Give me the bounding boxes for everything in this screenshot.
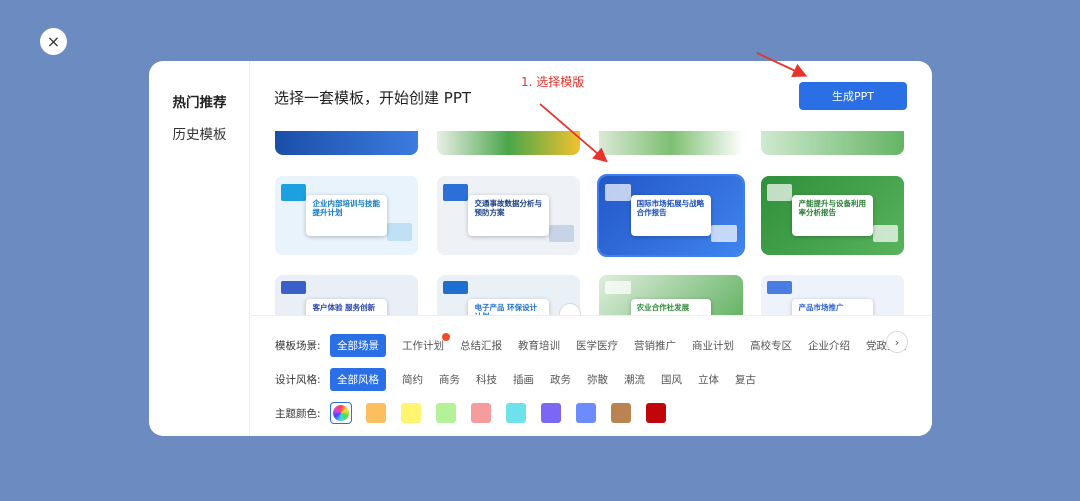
template-thumb[interactable]: 产品市场推广 bbox=[761, 275, 904, 315]
scene-chip[interactable]: 商业计划 bbox=[692, 338, 734, 353]
scene-chip[interactable]: 全部场景 bbox=[330, 333, 386, 357]
template-card: 国际市场拓展与战略合作报告 bbox=[630, 194, 712, 237]
page-title: 选择一套模板，开始创建 PPT bbox=[274, 89, 472, 107]
style-chip[interactable]: 插画 bbox=[513, 372, 534, 387]
color-filter-row: 主题颜色: bbox=[275, 402, 681, 424]
color-swatch[interactable] bbox=[401, 403, 421, 423]
style-chip[interactable]: 复古 bbox=[735, 372, 756, 387]
style-chip[interactable]: 弥散 bbox=[587, 372, 608, 387]
style-filter-label: 设计风格: bbox=[275, 373, 321, 386]
style-filter-row: 设计风格: 全部风格 简约 商务 科技 插画 政务 弥散 潮流 国风 立体 复古 bbox=[275, 367, 772, 391]
template-thumb[interactable]: 产能提升与设备利用率分析报告 bbox=[761, 176, 904, 255]
template-card: 客户体验 服务创新 bbox=[306, 299, 387, 315]
template-thumb[interactable] bbox=[599, 131, 743, 155]
template-title: 电子产品 环保设计计划 bbox=[474, 303, 538, 315]
sidebar-item-hot[interactable]: 热门推荐 bbox=[149, 91, 250, 111]
style-chip[interactable]: 全部风格 bbox=[330, 367, 386, 391]
template-card: 电子产品 环保设计计划 bbox=[468, 299, 549, 315]
scene-chip[interactable]: 营销推广 bbox=[634, 338, 676, 353]
color-swatch[interactable] bbox=[506, 403, 526, 423]
scene-chip[interactable]: 医学医疗 bbox=[576, 338, 618, 353]
scene-chip[interactable]: 高校专区 bbox=[750, 338, 792, 353]
scene-filter-label: 模板场景: bbox=[275, 339, 321, 352]
template-title: 产品市场推广 bbox=[798, 303, 844, 312]
style-chip[interactable]: 政务 bbox=[550, 372, 571, 387]
template-card: 农业合作社发展 bbox=[630, 299, 712, 315]
close-icon[interactable]: × bbox=[40, 28, 67, 55]
style-chip[interactable]: 立体 bbox=[698, 372, 719, 387]
style-chip[interactable]: 潮流 bbox=[624, 372, 645, 387]
sidebar: 热门推荐 历史模板 bbox=[149, 61, 250, 436]
sidebar-item-history[interactable]: 历史模板 bbox=[149, 123, 250, 143]
template-title: 产能提升与设备利用率分析报告 bbox=[798, 198, 866, 218]
color-swatch[interactable] bbox=[576, 403, 596, 423]
color-swatch[interactable] bbox=[646, 403, 666, 423]
annotation-text: 1. 选择模版 bbox=[521, 75, 585, 89]
color-swatch[interactable] bbox=[366, 403, 386, 423]
scene-chip[interactable]: 总结汇报 bbox=[460, 338, 502, 353]
filter-panel: 模板场景: 全部场景 工作计划 总结汇报 教育培训 医学医疗 营销推广 商业计划… bbox=[251, 315, 932, 436]
template-title: 交通事故数据分析与预防方案 bbox=[474, 198, 542, 218]
color-swatch[interactable] bbox=[541, 403, 561, 423]
template-thumb[interactable]: 企业内部培训与技能提升计划 bbox=[275, 176, 418, 255]
template-thumb[interactable] bbox=[275, 131, 418, 155]
template-card: 产品市场推广 bbox=[792, 299, 873, 315]
chevron-right-icon[interactable]: › bbox=[886, 331, 908, 353]
color-swatch[interactable] bbox=[436, 403, 456, 423]
template-card: 交通事故数据分析与预防方案 bbox=[468, 194, 549, 237]
template-title: 国际市场拓展与战略合作报告 bbox=[636, 198, 705, 218]
template-title: 客户体验 服务创新 bbox=[312, 303, 376, 312]
style-chip[interactable]: 简约 bbox=[402, 372, 423, 387]
template-modal: 热门推荐 历史模板 选择一套模板，开始创建 PPT 生成PPT 企业内部培训与技… bbox=[149, 61, 932, 436]
color-swatch[interactable] bbox=[471, 403, 491, 423]
template-thumb[interactable] bbox=[437, 131, 580, 155]
scene-chip[interactable]: 企业介绍 bbox=[808, 338, 850, 353]
scene-chip[interactable]: 教育培训 bbox=[518, 338, 560, 353]
generate-ppt-button[interactable]: 生成PPT bbox=[799, 82, 907, 110]
template-thumb[interactable]: 电子产品 环保设计计划 bbox=[437, 275, 580, 315]
template-thumb[interactable]: 交通事故数据分析与预防方案 bbox=[437, 176, 580, 255]
template-thumb[interactable] bbox=[761, 131, 904, 155]
style-chip[interactable]: 科技 bbox=[476, 372, 497, 387]
palette-icon bbox=[333, 405, 349, 421]
template-thumb-selected[interactable]: 国际市场拓展与战略合作报告 bbox=[597, 174, 745, 257]
style-chip[interactable]: 国风 bbox=[661, 372, 682, 387]
color-swatch[interactable] bbox=[611, 403, 631, 423]
color-filter-label: 主题颜色: bbox=[275, 407, 321, 420]
template-grid[interactable]: 企业内部培训与技能提升计划 交通事故数据分析与预防方案 国际市场拓展与战略合作报… bbox=[251, 131, 932, 315]
template-title: 农业合作社发展 bbox=[636, 303, 690, 312]
style-chip[interactable]: 商务 bbox=[439, 372, 460, 387]
hot-dot-icon bbox=[442, 332, 450, 341]
template-thumb[interactable]: 客户体验 服务创新 bbox=[275, 275, 418, 315]
color-swatch-all[interactable] bbox=[330, 402, 352, 424]
template-card: 产能提升与设备利用率分析报告 bbox=[792, 194, 873, 237]
scene-filter-row: 模板场景: 全部场景 工作计划 总结汇报 教育培训 医学医疗 营销推广 商业计划… bbox=[275, 332, 924, 357]
template-thumb[interactable]: 农业合作社发展 bbox=[599, 275, 743, 315]
template-title: 企业内部培训与技能提升计划 bbox=[312, 198, 380, 218]
scene-chip[interactable]: 工作计划 bbox=[402, 332, 450, 353]
template-card: 企业内部培训与技能提升计划 bbox=[306, 194, 387, 237]
